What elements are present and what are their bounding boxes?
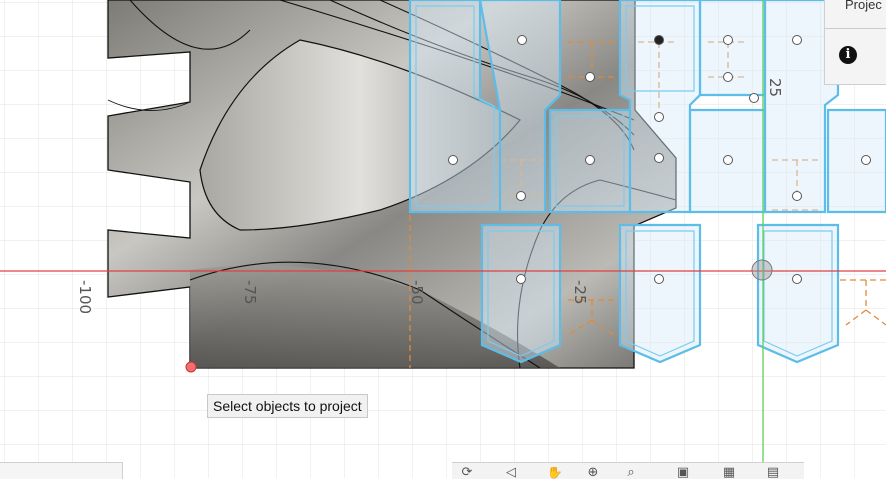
axis-label-25: 25 [766,78,784,97]
viewports-icon[interactable]: ▤ [764,467,782,479]
orbit-icon[interactable]: ⟳ [458,467,476,479]
navigation-bar[interactable]: ⟳ ◁ ✋ ⊕ ⌕ ▣ ▦ ▤ [452,462,804,479]
zoom-icon[interactable]: ⊕ [584,467,602,479]
profile-column-8[interactable] [698,0,767,97]
profile-column-10[interactable] [756,223,840,364]
zoom-window-icon[interactable]: ⌕ [622,467,640,479]
axis-label-minus-25: -25 [571,280,589,305]
origin-marker[interactable] [751,259,773,281]
panel-divider [825,28,886,29]
selection-point[interactable] [185,361,197,373]
grid-icon[interactable]: ▦ [720,467,738,479]
look-at-icon[interactable]: ◁ [502,467,520,479]
profile-column-3[interactable] [480,223,562,364]
profile-column-11[interactable] [826,108,886,214]
left-toolbar-edge [0,462,123,479]
profile-column-6[interactable] [618,223,702,364]
pan-icon[interactable]: ✋ [546,467,564,479]
axis-label-minus-50: -50 [408,280,426,305]
project-panel-title: Projec [845,0,882,12]
profile-column-5[interactable] [618,0,702,214]
canvas-viewport[interactable]: -100 -75 -50 -25 25 [0,0,886,478]
command-tooltip: Select objects to project [207,394,368,418]
display-settings-icon[interactable]: ▣ [674,467,692,479]
axis-label-minus-100: -100 [76,280,94,314]
axis-label-minus-75: -75 [241,280,259,305]
project-panel[interactable]: Projec i [824,0,886,85]
info-icon[interactable]: i [839,46,857,64]
